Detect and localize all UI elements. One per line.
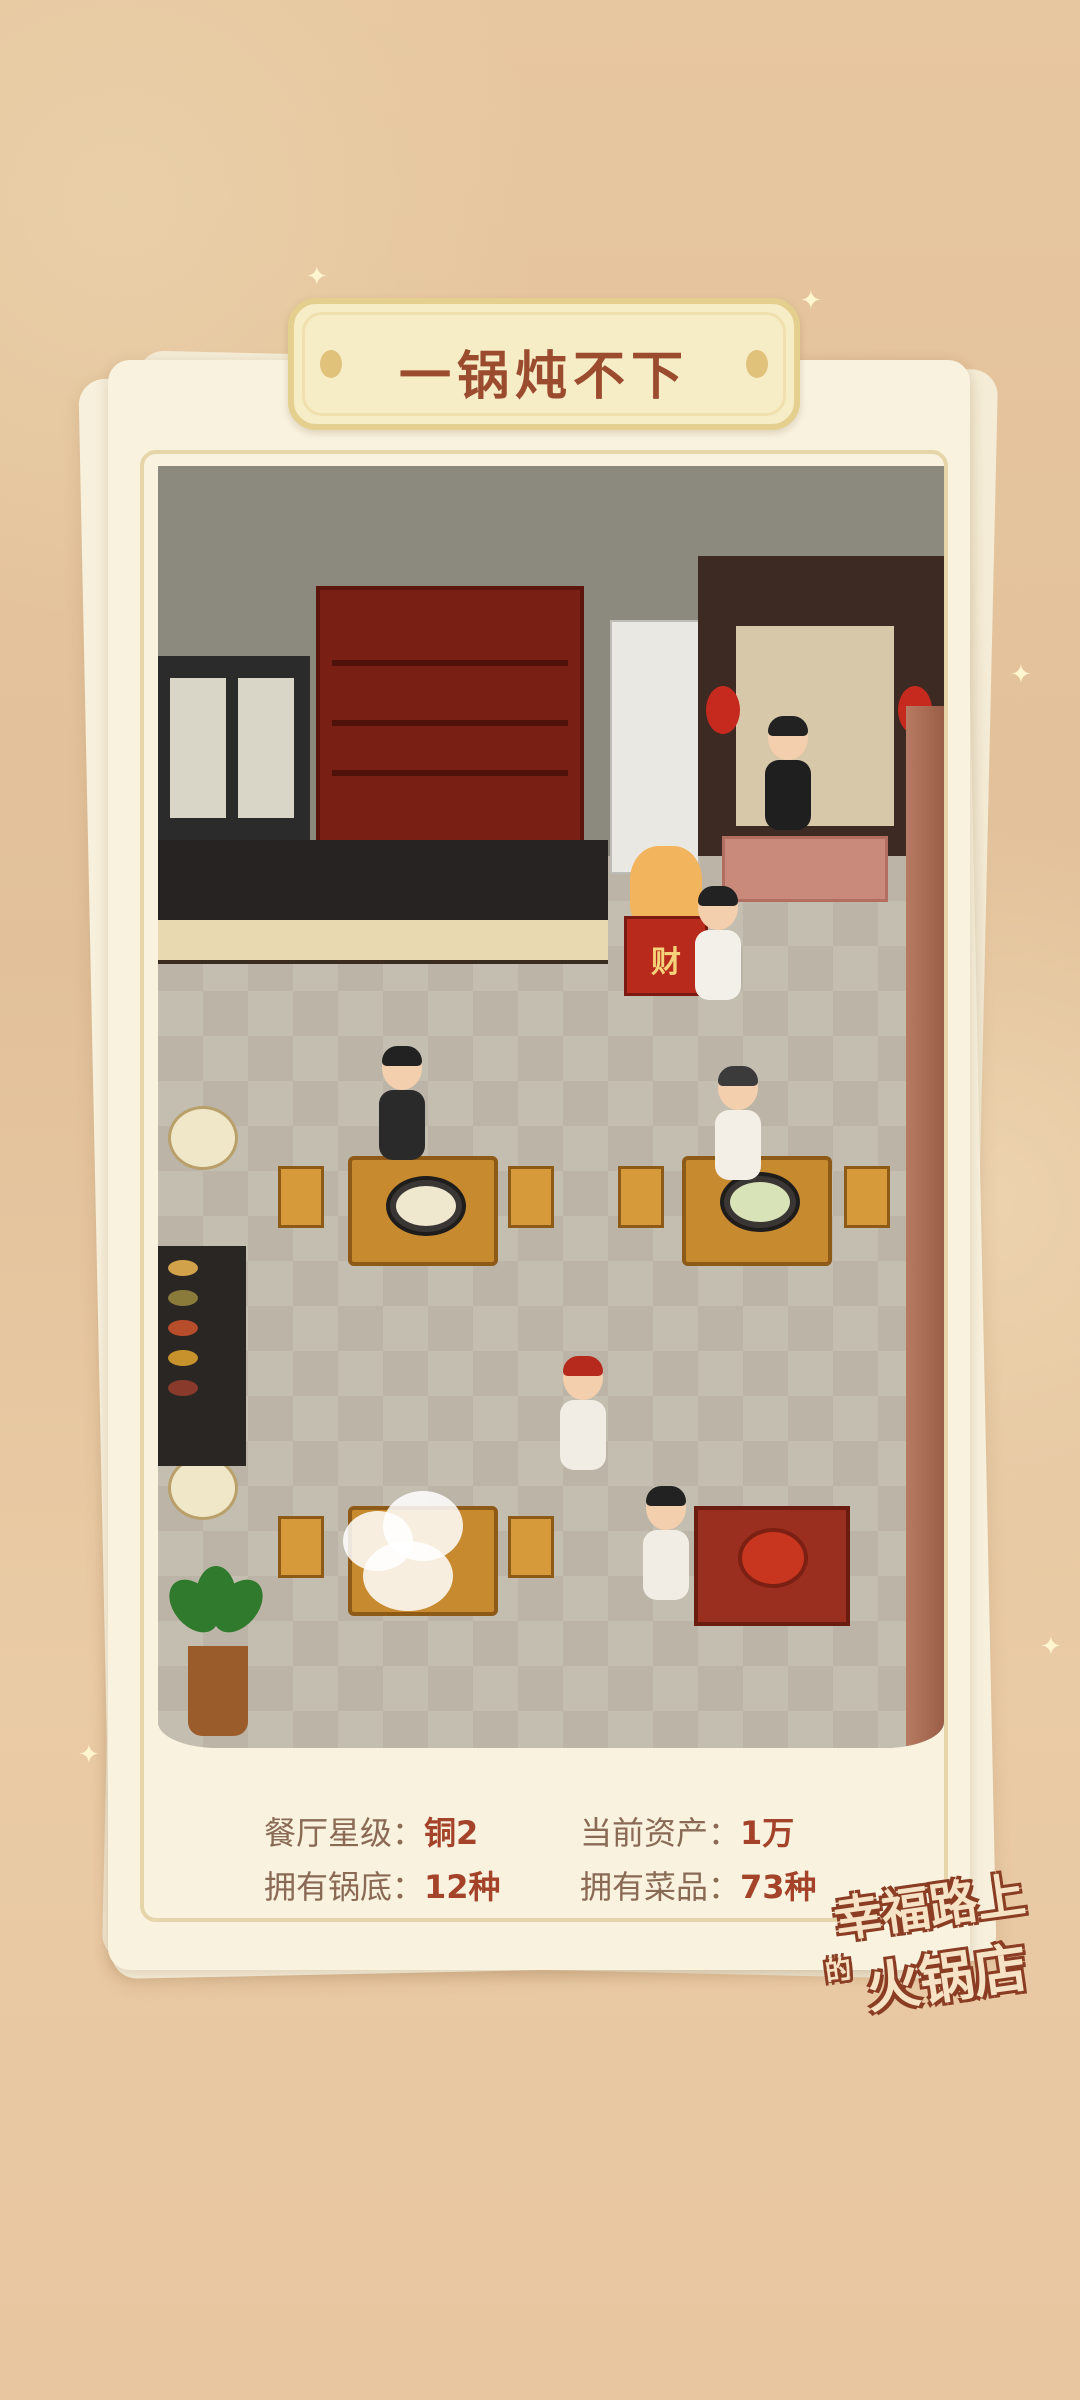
assets-value: 1万 (740, 1814, 795, 1852)
waitress-character[interactable] (560, 1356, 606, 1470)
hotpot-icon (386, 1176, 466, 1236)
game-logo: 幸福路上 的 火锅店 (823, 1867, 1065, 2021)
waiter-character[interactable] (765, 716, 811, 830)
page-title: 一锅炖不下 (398, 347, 689, 407)
wine-shelf[interactable] (316, 586, 584, 848)
fortune-label: 财 (651, 945, 681, 980)
hostess-character[interactable] (695, 886, 741, 1000)
rating-value: 铜2 (424, 1814, 479, 1852)
owned-dishes: 拥有菜品：73种 (580, 1862, 817, 1908)
restaurant-rating: 餐厅星级：铜2 (264, 1808, 478, 1854)
dishes-label: 拥有菜品： (580, 1868, 741, 1906)
rating-label: 餐厅星级： (264, 1814, 425, 1852)
chair (278, 1166, 324, 1228)
hotpot-icon (720, 1172, 800, 1232)
current-assets: 当前资产：1万 (580, 1808, 794, 1854)
spicy-hotpot-icon (738, 1528, 808, 1588)
sauce-station[interactable] (158, 1246, 246, 1466)
app-root: ✦ ✦ ✦ ✦ ✦ 财 一锅炖不下 餐厅星级：铜2 当前资产：1万 拥有锅底：1… (0, 0, 1080, 2400)
chair (618, 1166, 664, 1228)
sparkle-icon: ✦ (78, 1740, 100, 1770)
chair (508, 1516, 554, 1578)
decorative-pillar (906, 706, 944, 1746)
title-banner: 一锅炖不下 (288, 298, 800, 430)
red-dining-table[interactable] (694, 1506, 850, 1626)
logo-small-text: 的 (823, 1954, 854, 1988)
customer-character[interactable] (643, 1486, 689, 1600)
door-mat (722, 836, 888, 902)
decorative-vase (168, 1106, 238, 1170)
chair (844, 1166, 890, 1228)
lantern-icon (706, 686, 740, 734)
drinks-fridge[interactable] (158, 656, 310, 846)
sparkle-icon: ✦ (1010, 660, 1032, 690)
sparkle-icon: ✦ (306, 262, 328, 292)
air-conditioner[interactable] (610, 620, 700, 874)
chair (508, 1166, 554, 1228)
bases-label: 拥有锅底： (264, 1868, 425, 1906)
customer-character[interactable] (379, 1046, 425, 1160)
dining-table[interactable] (348, 1156, 498, 1266)
sparkle-icon: ✦ (1040, 1632, 1062, 1662)
potted-plant (159, 1566, 273, 1746)
counter-trim (158, 920, 608, 964)
owned-bases: 拥有锅底：12种 (264, 1862, 501, 1908)
sparkle-icon: ✦ (800, 286, 822, 316)
assets-label: 当前资产： (580, 1814, 741, 1852)
bases-value: 12种 (424, 1868, 501, 1906)
restaurant-scene[interactable]: 财 (158, 466, 944, 1748)
steam-cloud (333, 1481, 483, 1611)
dishes-value: 73种 (740, 1868, 817, 1906)
customer-character[interactable] (715, 1066, 761, 1180)
chair (278, 1516, 324, 1578)
front-counter[interactable] (158, 840, 608, 920)
